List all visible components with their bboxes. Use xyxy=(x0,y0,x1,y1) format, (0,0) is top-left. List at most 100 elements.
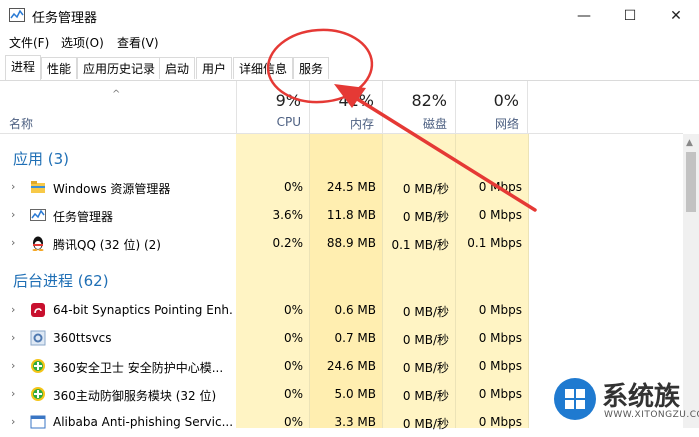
chevron-right-icon[interactable]: › xyxy=(11,208,15,221)
disk-value: 0 MB/秒 xyxy=(402,210,449,224)
360-shield-icon xyxy=(31,387,45,401)
chevron-right-icon[interactable]: › xyxy=(11,180,15,193)
disk-value: 0 MB/秒 xyxy=(402,182,449,196)
watermark: 系统族 WWW.XITONGZU.COM xyxy=(548,374,699,428)
cpu-value: 0% xyxy=(283,387,303,401)
network-percent: 0% xyxy=(493,91,519,110)
section-apps[interactable]: 应用 (3) xyxy=(13,148,69,169)
scrollbar-thumb[interactable] xyxy=(686,152,696,212)
cpu-value: 0% xyxy=(283,415,303,429)
cpu-percent: 9% xyxy=(275,91,301,110)
network-value: 0 Mbps xyxy=(478,415,522,429)
menu-view[interactable]: 查看(V) xyxy=(117,34,159,51)
chevron-right-icon[interactable]: › xyxy=(11,387,15,400)
memory-value: 11.8 MB xyxy=(326,208,376,222)
table-row[interactable]: › Windows 资源管理器 0% 24.5 MB 0 MB/秒 0 Mbps xyxy=(0,174,683,202)
disk-value: 0 MB/秒 xyxy=(402,361,449,375)
process-name: 360主动防御服务模块 (32 位) xyxy=(53,389,217,403)
memory-value: 0.6 MB xyxy=(334,303,376,317)
360-shield-icon xyxy=(31,359,45,373)
memory-value: 24.5 MB xyxy=(326,180,376,194)
network-value: 0 Mbps xyxy=(478,208,522,222)
process-name: 360安全卫士 安全防护中心模... xyxy=(53,361,224,375)
tab-processes[interactable]: 进程 xyxy=(5,55,42,80)
synaptics-icon xyxy=(31,303,45,317)
task-manager-icon xyxy=(9,8,25,22)
memory-value: 88.9 MB xyxy=(326,236,376,250)
tab-performance[interactable]: 性能 xyxy=(41,57,78,79)
process-name: 任务管理器 xyxy=(53,210,114,224)
memory-value: 0.7 MB xyxy=(334,331,376,345)
cpu-value: 0.2% xyxy=(272,236,304,250)
close-button[interactable]: ✕ xyxy=(653,0,699,32)
column-disk[interactable]: 82% 磁盘 xyxy=(382,81,455,133)
column-name[interactable]: 名称 xyxy=(9,115,33,132)
chevron-right-icon[interactable]: › xyxy=(11,236,15,249)
memory-label: 内存 xyxy=(349,117,374,131)
disk-label: 磁盘 xyxy=(422,117,447,131)
table-row[interactable]: › 360ttsvcs 0% 0.7 MB 0 MB/秒 0 Mbps xyxy=(0,325,683,353)
network-value: 0 Mbps xyxy=(478,359,522,373)
window-title: 任务管理器 xyxy=(32,11,98,26)
windows-logo-icon xyxy=(554,378,596,420)
minimize-button[interactable]: — xyxy=(561,0,607,32)
column-cpu[interactable]: 9% CPU xyxy=(236,81,309,133)
disk-value: 0 MB/秒 xyxy=(402,389,449,403)
process-name: 64-bit Synaptics Pointing Enh... xyxy=(53,303,233,317)
service-gear-icon xyxy=(30,330,46,346)
cpu-value: 0% xyxy=(283,303,303,317)
tab-details[interactable]: 详细信息 xyxy=(233,57,294,79)
process-name: Alibaba Anti-phishing Servic... xyxy=(53,415,233,429)
title-bar: 任务管理器 — ☐ ✕ xyxy=(0,0,699,32)
maximize-button[interactable]: ☐ xyxy=(607,0,653,32)
network-value: 0 Mbps xyxy=(478,303,522,317)
disk-value: 0 MB/秒 xyxy=(402,333,449,347)
menu-file[interactable]: 文件(F) xyxy=(9,34,49,51)
tab-startup[interactable]: 启动 xyxy=(159,57,196,79)
cpu-value: 0% xyxy=(283,331,303,345)
network-label: 网络 xyxy=(494,117,519,131)
chevron-right-icon[interactable]: › xyxy=(11,303,15,316)
tab-users[interactable]: 用户 xyxy=(196,57,233,79)
memory-value: 24.6 MB xyxy=(326,359,376,373)
menu-bar: 文件(F) 选项(O) 查看(V) xyxy=(0,32,699,52)
column-header: ^ 名称 9% CPU 41% 内存 82% 磁盘 0% 网络 xyxy=(0,81,683,134)
memory-percent: 41% xyxy=(338,91,374,110)
process-name: 360ttsvcs xyxy=(53,331,112,345)
table-row[interactable]: › 任务管理器 3.6% 11.8 MB 0 MB/秒 0 Mbps xyxy=(0,202,683,230)
sort-caret-icon: ^ xyxy=(112,89,121,100)
process-name: Windows 资源管理器 xyxy=(53,182,171,196)
chevron-right-icon[interactable]: › xyxy=(11,331,15,344)
network-value: 0.1 Mbps xyxy=(467,236,522,250)
network-value: 0 Mbps xyxy=(478,387,522,401)
disk-value: 0 MB/秒 xyxy=(402,417,449,431)
tab-services[interactable]: 服务 xyxy=(293,57,330,79)
folder-icon xyxy=(31,181,45,193)
table-row[interactable]: › 64-bit Synaptics Pointing Enh... 0% 0.… xyxy=(0,297,683,325)
menu-options[interactable]: 选项(O) xyxy=(61,34,104,51)
watermark-text: 系统族 xyxy=(602,382,681,412)
section-background-processes[interactable]: 后台进程 (62) xyxy=(13,270,109,291)
column-network[interactable]: 0% 网络 xyxy=(455,81,528,133)
chevron-right-icon[interactable]: › xyxy=(11,415,15,428)
network-value: 0 Mbps xyxy=(478,180,522,194)
disk-value: 0.1 MB/秒 xyxy=(391,238,449,252)
memory-value: 3.3 MB xyxy=(334,415,376,429)
network-value: 0 Mbps xyxy=(478,331,522,345)
qq-penguin-icon xyxy=(32,236,44,251)
tab-app-history[interactable]: 应用历史记录 xyxy=(77,57,162,79)
task-manager-icon xyxy=(30,209,46,221)
table-row[interactable]: › 腾讯QQ (32 位) (2) 0.2% 88.9 MB 0.1 MB/秒 … xyxy=(0,230,683,258)
column-memory[interactable]: 41% 内存 xyxy=(309,81,382,133)
memory-value: 5.0 MB xyxy=(334,387,376,401)
chevron-right-icon[interactable]: › xyxy=(11,359,15,372)
disk-value: 0 MB/秒 xyxy=(402,305,449,319)
process-name: 腾讯QQ (32 位) (2) xyxy=(53,238,161,252)
disk-percent: 82% xyxy=(411,91,447,110)
cpu-value: 3.6% xyxy=(272,208,304,222)
scroll-up-icon[interactable]: ▲ xyxy=(686,138,693,148)
cpu-value: 0% xyxy=(283,359,303,373)
watermark-url: WWW.XITONGZU.COM xyxy=(604,410,699,420)
cpu-label: CPU xyxy=(276,115,301,129)
cpu-value: 0% xyxy=(283,180,303,194)
